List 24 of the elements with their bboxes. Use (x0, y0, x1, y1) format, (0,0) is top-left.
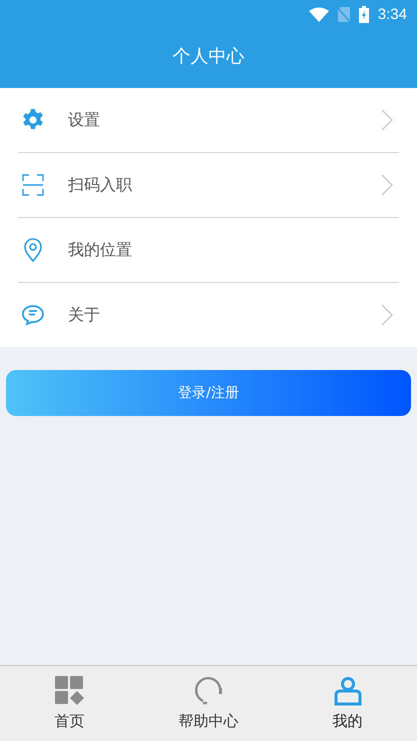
tab-bar-item[interactable]: 我的 (278, 666, 417, 741)
grid-icon (54, 676, 84, 706)
battery-icon (358, 6, 369, 22)
tab-label: 我的 (332, 712, 362, 731)
tab-bar-item[interactable]: 帮助中心 (139, 666, 278, 741)
tab-bar-item[interactable]: 首页 (0, 666, 139, 741)
status-time: 3:34 (378, 6, 407, 22)
menu-label: 设置 (68, 110, 101, 130)
page-title: 个人中心 (172, 45, 246, 69)
scan-icon (20, 173, 46, 197)
user-icon (332, 676, 362, 706)
menu-label: 扫码入职 (68, 174, 133, 196)
menu-label: 关于 (68, 304, 101, 326)
menu-item[interactable]: 我的位置 (18, 218, 399, 283)
wifi-icon (308, 6, 329, 22)
headset-icon (194, 676, 224, 706)
tab-label: 帮助中心 (178, 712, 238, 731)
menu-item[interactable]: 设置 (18, 88, 399, 153)
menu-item[interactable]: 扫码入职 (18, 153, 399, 218)
menu-label: 我的位置 (68, 240, 133, 260)
no-sim-icon (338, 6, 350, 22)
menu-item[interactable]: 关于 (18, 283, 399, 347)
tab-label: 首页 (54, 712, 84, 731)
chat-bubble-icon (20, 302, 46, 328)
